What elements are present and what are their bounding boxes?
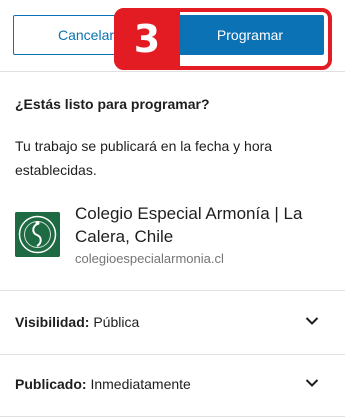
schedule-button-label: Programar <box>216 27 284 43</box>
chevron-down-icon <box>305 379 319 387</box>
schedule-button[interactable]: Programar <box>176 15 324 55</box>
divider <box>0 416 345 417</box>
panel-header: Cancelar Programar 3 <box>0 0 345 72</box>
visibility-row[interactable]: Visibilidad: Pública <box>0 292 345 354</box>
confirm-description: Tu trabajo se publicará en la fecha y ho… <box>15 138 273 178</box>
site-card: Colegio Especial Armonía | La Calera, Ch… <box>15 202 335 272</box>
step-number-badge: 3 <box>114 8 180 70</box>
published-row[interactable]: Publicado: Inmediatamente <box>0 354 345 416</box>
school-seal-icon <box>15 212 60 257</box>
schedule-panel: Cancelar Programar 3 ¿Estás listo para p… <box>0 0 345 419</box>
site-name: Colegio Especial Armonía | La Calera, Ch… <box>75 204 303 246</box>
cancel-button-label: Cancelar <box>57 27 115 43</box>
visibility-label: Visibilidad: Pública <box>15 314 140 330</box>
confirm-question: ¿Estás listo para programar? <box>15 96 210 112</box>
site-url: colegioespecialarmonia.cl <box>75 251 224 266</box>
published-label: Publicado: Inmediatamente <box>15 376 191 392</box>
chevron-down-icon <box>305 317 319 325</box>
divider <box>0 290 345 291</box>
